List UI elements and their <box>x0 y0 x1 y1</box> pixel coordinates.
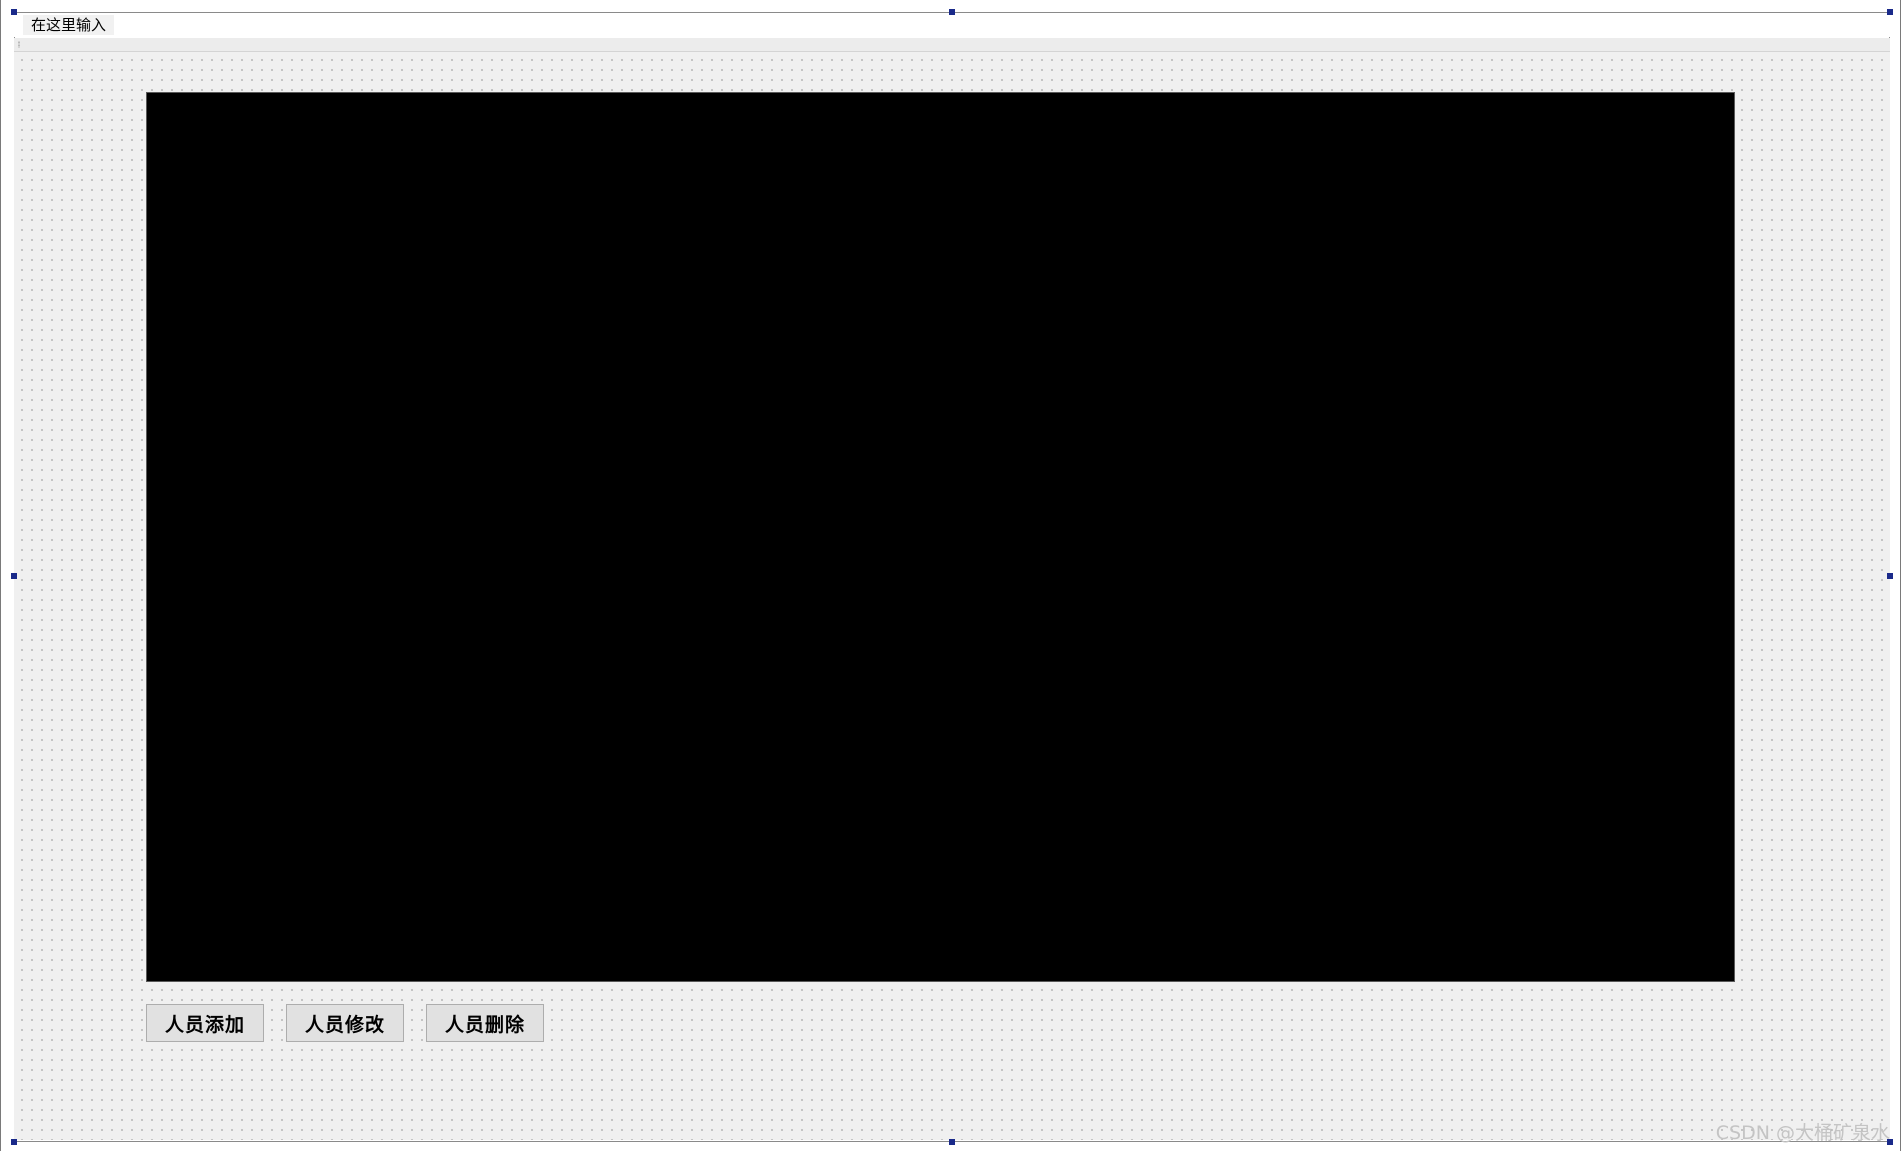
resize-handle-top-right[interactable] <box>1887 9 1893 15</box>
edit-person-button[interactable]: 人员修改 <box>286 1004 404 1042</box>
toolbar-strip <box>14 38 1890 52</box>
resize-handle-top-center[interactable] <box>949 9 955 15</box>
delete-person-button[interactable]: 人员删除 <box>426 1004 544 1042</box>
add-person-button[interactable]: 人员添加 <box>146 1004 264 1042</box>
resize-handle-bottom-center[interactable] <box>949 1139 955 1145</box>
resize-handle-top-left[interactable] <box>11 9 17 15</box>
resize-handle-bottom-left[interactable] <box>11 1139 17 1145</box>
watermark-text: CSDN @大桶矿泉水 <box>1715 1122 1890 1144</box>
resize-handle-middle-right[interactable] <box>1887 573 1893 579</box>
resize-handle-middle-left[interactable] <box>11 573 17 579</box>
menu-bar: 在这里输入 <box>14 13 1890 37</box>
menu-type-here-entry[interactable]: 在这里输入 <box>23 15 115 35</box>
toolbar-grip-icon[interactable] <box>18 41 20 48</box>
designer-form-frame: 在这里输入 人员添加 人员修改 人员删除 CSDN @大桶矿泉水 <box>0 0 1901 1151</box>
video-display-label <box>146 92 1735 982</box>
